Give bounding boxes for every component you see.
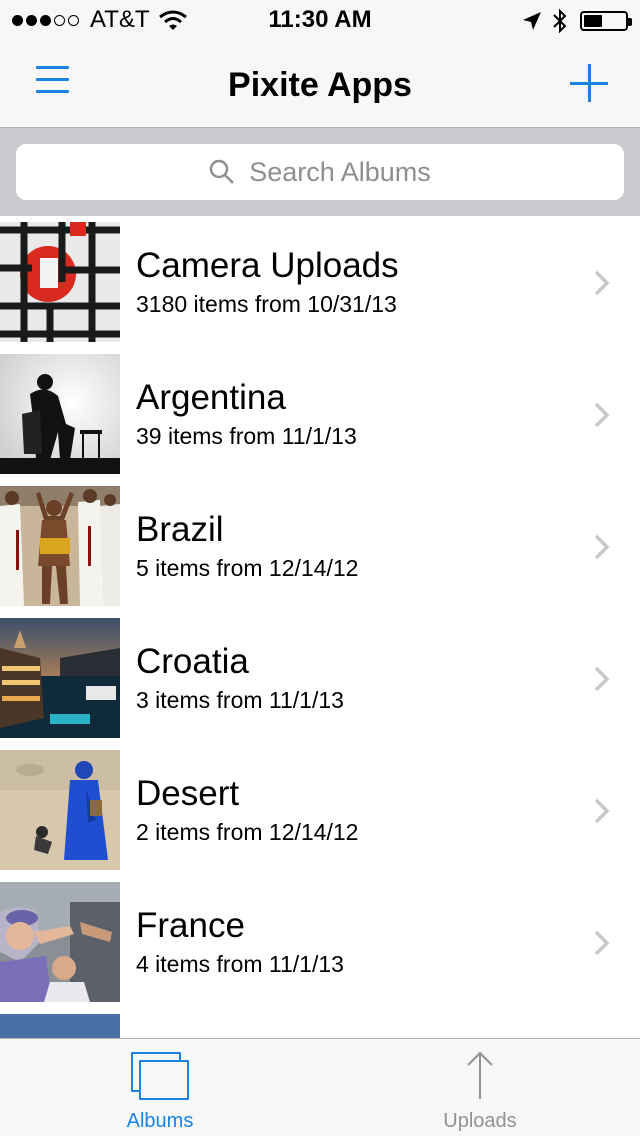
album-row-france[interactable]: France 4 items from 11/1/13 (0, 876, 640, 1008)
album-title: France (136, 906, 245, 945)
album-thumbnail (0, 486, 120, 606)
chevron-right-icon (594, 534, 610, 560)
album-row-croatia[interactable]: Croatia 3 items from 11/1/13 (0, 612, 640, 744)
album-title: Brazil (136, 510, 224, 549)
album-title: Camera Uploads (136, 246, 399, 285)
search-placeholder: Search Albums (249, 156, 431, 187)
album-subtitle: 39 items from 11/1/13 (136, 423, 357, 449)
status-right (522, 8, 632, 34)
albums-icon (131, 1052, 189, 1100)
add-album-button[interactable] (570, 64, 610, 104)
album-title: Desert (136, 774, 240, 813)
album-thumbnail-partial (0, 1014, 120, 1038)
album-subtitle: 3 items from 11/1/13 (136, 687, 344, 713)
album-title: Croatia (136, 642, 249, 681)
search-bar: Search Albums (0, 128, 640, 216)
album-thumbnail (0, 618, 120, 738)
search-icon (209, 159, 235, 184)
album-subtitle: 4 items from 11/1/13 (136, 951, 344, 977)
tab-uploads[interactable]: Uploads (320, 1039, 640, 1137)
tab-albums[interactable]: Albums (0, 1039, 320, 1137)
album-thumbnail (0, 222, 120, 342)
album-title: Argentina (136, 378, 286, 417)
album-subtitle: 3180 items from 10/31/13 (136, 291, 397, 317)
album-thumbnail (0, 750, 120, 870)
album-row-camera-uploads[interactable]: Camera Uploads 3180 items from 10/31/13 (0, 216, 640, 348)
album-list: Camera Uploads 3180 items from 10/31/13 … (0, 216, 640, 1038)
album-row-argentina[interactable]: Argentina 39 items from 11/1/13 (0, 348, 640, 480)
navigation-bar: Pixite Apps (0, 40, 640, 128)
upload-arrow-icon (467, 1051, 493, 1099)
album-row-brazil[interactable]: Brazil 5 items from 12/14/12 (0, 480, 640, 612)
tab-bar: Albums Uploads (0, 1038, 640, 1136)
album-row-desert[interactable]: Desert 2 items from 12/14/12 (0, 744, 640, 876)
chevron-right-icon (594, 666, 610, 692)
bluetooth-icon (553, 8, 567, 34)
page-title: Pixite Apps (228, 66, 412, 104)
search-input[interactable]: Search Albums (16, 144, 624, 200)
status-bar: AT&T 11:30 AM (0, 0, 640, 40)
chevron-right-icon (594, 930, 610, 956)
chevron-right-icon (594, 798, 610, 824)
album-subtitle: 5 items from 12/14/12 (136, 555, 359, 581)
album-subtitle: 2 items from 12/14/12 (136, 819, 359, 845)
album-thumbnail (0, 354, 120, 474)
battery-icon (580, 11, 632, 31)
chevron-right-icon (594, 270, 610, 296)
chevron-right-icon (594, 402, 610, 428)
album-thumbnail (0, 882, 120, 1002)
tab-label: Albums (126, 1110, 194, 1132)
tab-label: Uploads (443, 1110, 517, 1132)
location-arrow-icon (523, 12, 541, 30)
